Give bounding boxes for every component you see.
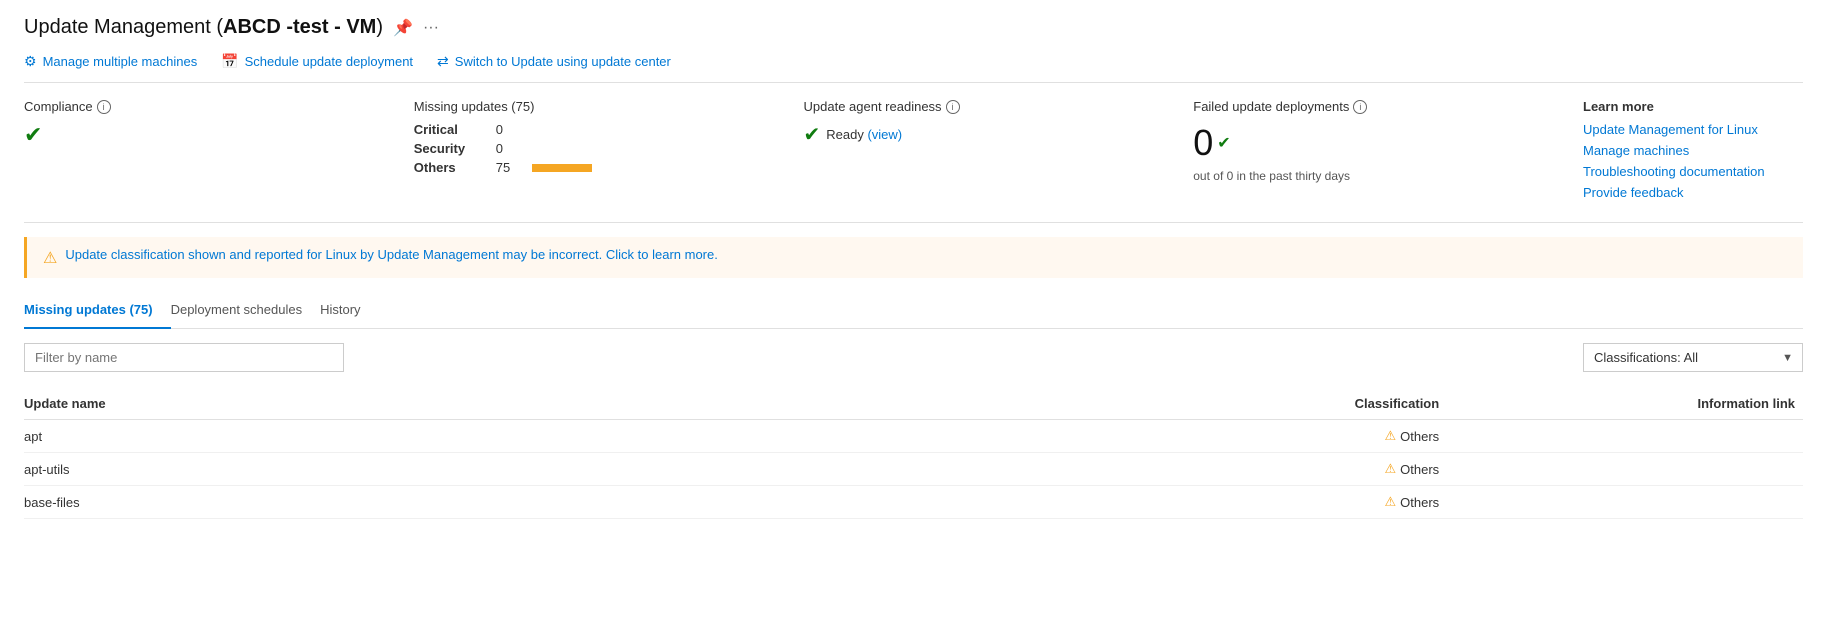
page-title-text: Update Management (ABCD -test - VM) bbox=[24, 16, 383, 39]
info-link-base-files bbox=[1447, 486, 1803, 519]
readiness-status-label: Ready (view) bbox=[826, 127, 902, 142]
provide-feedback-link[interactable]: Provide feedback bbox=[1583, 185, 1803, 200]
pin-icon[interactable]: 📌 bbox=[393, 18, 413, 38]
failed-sub-text: out of 0 in the past thirty days bbox=[1193, 168, 1559, 185]
tabs-bar: Missing updates (75) Deployment schedule… bbox=[24, 292, 1803, 329]
table-header-row: Update name Classification Information l… bbox=[24, 388, 1803, 420]
compliance-title: Compliance i bbox=[24, 99, 390, 114]
learn-more-title: Learn more bbox=[1583, 99, 1803, 114]
page-container: Update Management (ABCD -test - VM) 📌 ··… bbox=[0, 0, 1827, 535]
warning-triangle-icon: ⚠ bbox=[43, 248, 57, 268]
tab-deployment-schedules[interactable]: Deployment schedules bbox=[171, 292, 321, 329]
missing-updates-title: Missing updates (75) bbox=[414, 99, 780, 114]
header-information-link: Information link bbox=[1447, 388, 1803, 420]
others-label: Others bbox=[414, 160, 484, 175]
update-name-base-files: base-files bbox=[24, 486, 1091, 519]
readiness-title: Update agent readiness i bbox=[804, 99, 1170, 114]
failed-info-icon[interactable]: i bbox=[1353, 100, 1367, 114]
missing-updates-table: Critical 0 Security 0 Others 75 bbox=[414, 122, 780, 175]
update-name-apt: apt bbox=[24, 420, 1091, 453]
warning-triangle-icon: ⚠ bbox=[1385, 428, 1397, 444]
compliance-status: ✔ bbox=[24, 122, 390, 148]
missing-security-row: Security 0 bbox=[414, 141, 780, 156]
readiness-section: Update agent readiness i ✔ Ready (view) bbox=[804, 99, 1194, 206]
warning-triangle-icon: ⚠ bbox=[1385, 461, 1397, 477]
compliance-label: Compliance bbox=[24, 99, 93, 114]
compliance-section: Compliance i ✔ bbox=[24, 99, 414, 206]
info-link-apt bbox=[1447, 420, 1803, 453]
failed-number: 0 bbox=[1193, 122, 1213, 164]
classification-select[interactable]: Classifications: All Critical Security O… bbox=[1583, 343, 1803, 372]
schedule-label: Schedule update deployment bbox=[245, 54, 413, 69]
metrics-row: Compliance i ✔ Missing updates (75) Crit… bbox=[24, 99, 1803, 223]
info-link-apt-utils bbox=[1447, 453, 1803, 486]
tab-missing-updates[interactable]: Missing updates (75) bbox=[24, 292, 171, 329]
readiness-check-icon: ✔ bbox=[804, 122, 821, 147]
readiness-text: Ready bbox=[826, 127, 864, 142]
calendar-icon: 📅 bbox=[221, 53, 238, 70]
manage-machines-link[interactable]: Manage machines bbox=[1583, 143, 1803, 158]
gear-icon: ⚙ bbox=[24, 53, 37, 70]
title-bold: ABCD -test - VM bbox=[223, 16, 376, 38]
classification-label: Others bbox=[1400, 462, 1439, 477]
classification-select-wrapper: Classifications: All Critical Security O… bbox=[1583, 343, 1803, 372]
missing-updates-section: Missing updates (75) Critical 0 Security… bbox=[414, 99, 804, 206]
readiness-view-link[interactable]: (view) bbox=[867, 127, 902, 142]
manage-machines-label: Manage multiple machines bbox=[43, 54, 198, 69]
table-row: base-files ⚠ Others bbox=[24, 486, 1803, 519]
table-row: apt ⚠ Others bbox=[24, 420, 1803, 453]
filter-by-name-input[interactable] bbox=[24, 343, 344, 372]
failed-label: Failed update deployments bbox=[1193, 99, 1349, 114]
critical-label: Critical bbox=[414, 122, 484, 137]
update-management-linux-link[interactable]: Update Management for Linux bbox=[1583, 122, 1803, 137]
header-update-name: Update name bbox=[24, 388, 1091, 420]
failed-deployments-section: Failed update deployments i 0 ✔ out of 0… bbox=[1193, 99, 1583, 206]
page-title-bar: Update Management (ABCD -test - VM) 📌 ··… bbox=[24, 16, 1803, 39]
failed-check-icon: ✔ bbox=[1217, 133, 1230, 153]
missing-others-row: Others 75 bbox=[414, 160, 780, 175]
failed-number-row: 0 ✔ bbox=[1193, 122, 1559, 164]
security-label: Security bbox=[414, 141, 484, 156]
schedule-update-deployment-button[interactable]: 📅 Schedule update deployment bbox=[221, 53, 413, 70]
table-row: apt-utils ⚠ Others bbox=[24, 453, 1803, 486]
switch-label: Switch to Update using update center bbox=[455, 54, 671, 69]
readiness-status-row: ✔ Ready (view) bbox=[804, 122, 1170, 147]
title-suffix: ) bbox=[376, 16, 383, 38]
update-name-apt-utils: apt-utils bbox=[24, 453, 1091, 486]
updates-table: Update name Classification Information l… bbox=[24, 388, 1803, 519]
missing-critical-row: Critical 0 bbox=[414, 122, 780, 137]
learn-more-section: Learn more Update Management for Linux M… bbox=[1583, 99, 1803, 206]
missing-updates-label: Missing updates (75) bbox=[414, 99, 535, 114]
warning-text[interactable]: Update classification shown and reported… bbox=[65, 247, 718, 262]
title-prefix: Update Management ( bbox=[24, 16, 223, 38]
critical-value: 0 bbox=[496, 122, 520, 137]
more-options-icon[interactable]: ··· bbox=[423, 19, 439, 37]
troubleshooting-documentation-link[interactable]: Troubleshooting documentation bbox=[1583, 164, 1803, 179]
toolbar: ⚙ Manage multiple machines 📅 Schedule up… bbox=[24, 53, 1803, 83]
classification-apt-utils: ⚠ Others bbox=[1091, 453, 1447, 486]
classification-base-files: ⚠ Others bbox=[1091, 486, 1447, 519]
failed-deployments-title: Failed update deployments i bbox=[1193, 99, 1559, 114]
filter-row: Classifications: All Critical Security O… bbox=[24, 343, 1803, 372]
warning-triangle-icon: ⚠ bbox=[1385, 494, 1397, 510]
readiness-label: Update agent readiness bbox=[804, 99, 942, 114]
table-body: apt ⚠ Others apt-utils ⚠ Others bbox=[24, 420, 1803, 519]
switch-to-update-center-button[interactable]: ⇄ Switch to Update using update center bbox=[437, 53, 671, 70]
security-value: 0 bbox=[496, 141, 520, 156]
classification-label: Others bbox=[1400, 429, 1439, 444]
switch-icon: ⇄ bbox=[437, 53, 449, 70]
compliance-info-icon[interactable]: i bbox=[97, 100, 111, 114]
manage-multiple-machines-button[interactable]: ⚙ Manage multiple machines bbox=[24, 53, 197, 70]
others-value: 75 bbox=[496, 160, 520, 175]
readiness-info-icon[interactable]: i bbox=[946, 100, 960, 114]
classification-apt: ⚠ Others bbox=[1091, 420, 1447, 453]
others-bar bbox=[532, 164, 592, 172]
header-classification: Classification bbox=[1091, 388, 1447, 420]
warning-banner: ⚠ Update classification shown and report… bbox=[24, 237, 1803, 278]
tab-history[interactable]: History bbox=[320, 292, 378, 329]
classification-label: Others bbox=[1400, 495, 1439, 510]
